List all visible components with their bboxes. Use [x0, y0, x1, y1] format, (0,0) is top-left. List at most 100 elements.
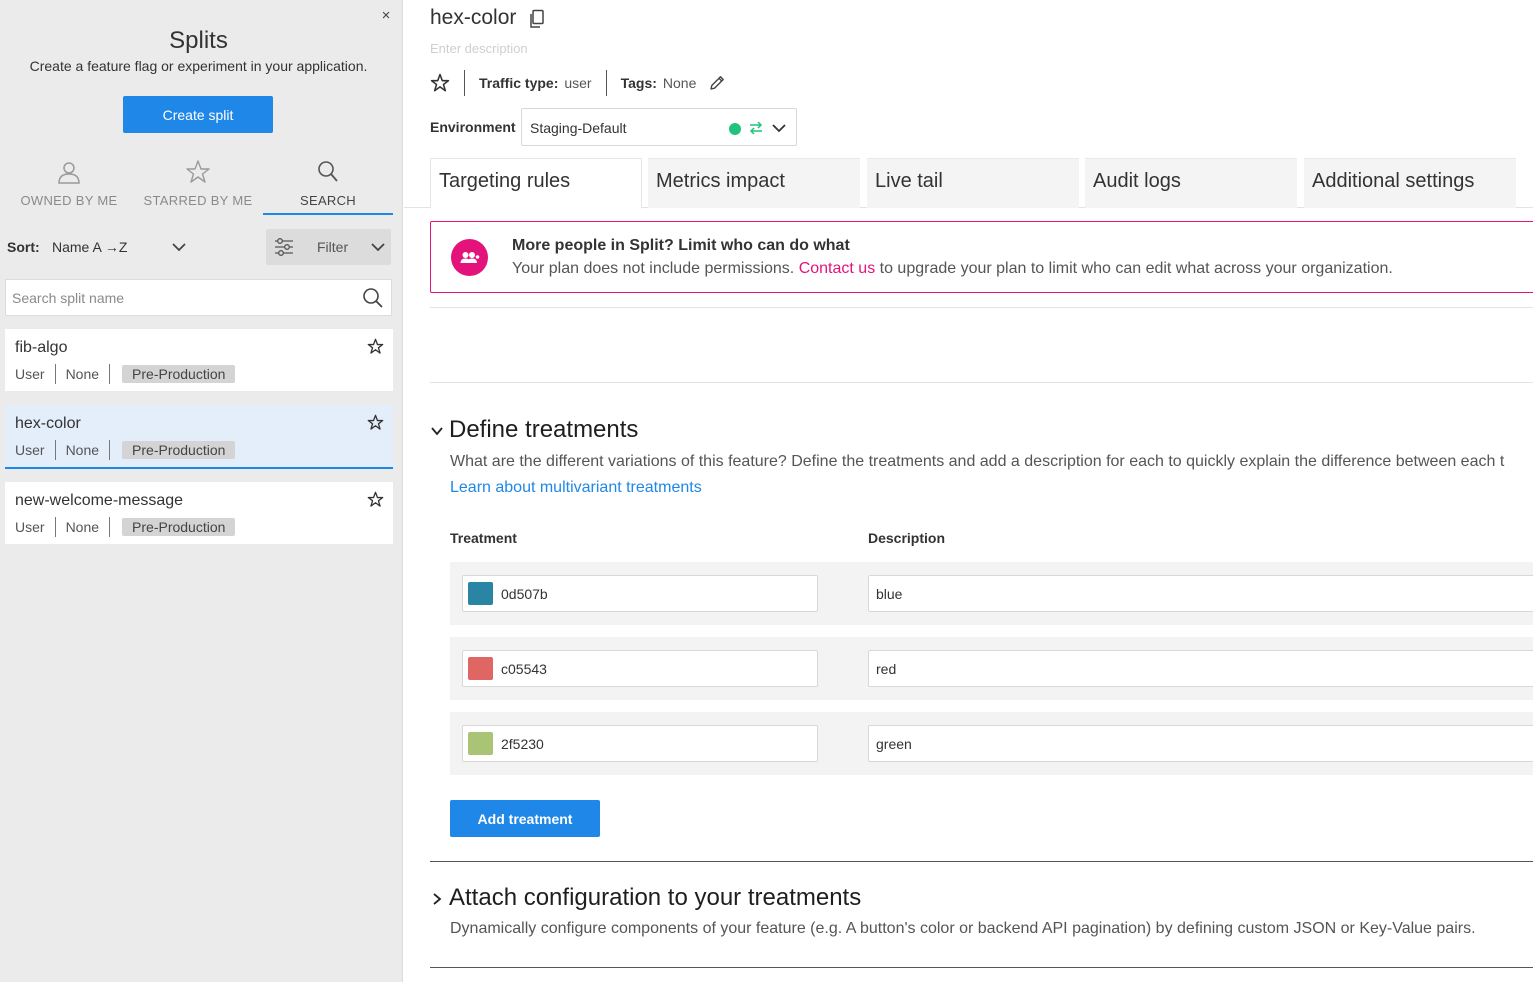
split-list-item[interactable]: fib-algo User None Pre-Production — [5, 329, 393, 391]
search-icon — [318, 161, 338, 182]
split-tag: Pre-Production — [122, 441, 236, 459]
split-tag: Pre-Production — [122, 365, 236, 383]
sync-arrows-icon — [749, 121, 763, 135]
split-meta-row: Traffic type: user Tags: None — [430, 70, 726, 96]
treatment-name: 0d507b — [501, 586, 548, 602]
add-treatment-button[interactable]: Add treatment — [450, 800, 600, 837]
split-meta: User None Pre-Production — [15, 363, 236, 385]
filter-button[interactable]: Filter — [266, 229, 391, 265]
environment-value: Staging-Default — [530, 120, 627, 136]
environment-label: Environment — [430, 119, 516, 135]
color-swatch[interactable] — [468, 732, 493, 755]
color-swatch[interactable] — [468, 582, 493, 605]
define-treatments-description: What are the different variations of thi… — [450, 453, 1505, 470]
upsell-text-after: to upgrade your plan to limit who can ed… — [875, 260, 1393, 277]
tab-metrics-impact[interactable]: Metrics impact — [648, 158, 860, 208]
create-split-button[interactable]: Create split — [123, 96, 273, 133]
chevron-down-icon[interactable] — [430, 424, 444, 438]
chevron-down-icon — [772, 124, 786, 133]
filter-label: Filter — [317, 239, 349, 255]
star-icon[interactable] — [367, 414, 384, 431]
treatment-description-field[interactable]: green — [868, 725, 1533, 762]
description-column-header: Description — [868, 530, 946, 546]
tab-owned-by-me[interactable]: OWNED BY ME — [4, 159, 134, 215]
sort-value: Name A →Z — [52, 239, 128, 255]
treatment-row: 0d507b blue — [450, 562, 1533, 625]
tab-audit-logs[interactable]: Audit logs — [1085, 158, 1297, 208]
chevron-right-icon[interactable] — [430, 892, 444, 906]
divider — [430, 307, 1533, 308]
treatment-description-field[interactable]: red — [868, 650, 1533, 687]
tab-live-tail[interactable]: Live tail — [867, 158, 1079, 208]
split-owner: None — [54, 364, 109, 384]
splits-sidebar: × Splits Create a feature flag or experi… — [0, 0, 403, 982]
learn-multivariant-link[interactable]: Learn about multivariant treatments — [450, 479, 702, 497]
divider — [430, 967, 1533, 968]
split-traffic-type: User — [15, 442, 45, 458]
permissions-upsell-banner: More people in Split? Limit who can do w… — [430, 221, 1533, 293]
split-traffic-type: User — [15, 519, 45, 535]
tags-value: None — [662, 75, 697, 91]
upsell-text: Your plan does not include permissions. … — [512, 260, 1393, 278]
tab-starred-label: STARRED BY ME — [143, 193, 253, 208]
treatment-description-field[interactable]: blue — [868, 575, 1533, 612]
treatment-description: blue — [876, 586, 903, 602]
search-icon[interactable] — [362, 287, 384, 309]
star-icon[interactable] — [367, 491, 384, 508]
split-tag-wrapper: Pre-Production — [109, 517, 236, 537]
upsell-title: More people in Split? Limit who can do w… — [512, 237, 850, 254]
chevron-down-icon — [172, 243, 186, 252]
sort-dropdown[interactable]: Name A →Z — [52, 232, 192, 262]
divider — [430, 861, 1533, 862]
tab-search[interactable]: SEARCH — [263, 159, 393, 215]
environment-dropdown[interactable]: Staging-Default — [521, 108, 797, 146]
split-meta: User None Pre-Production — [15, 516, 236, 538]
chevron-down-icon — [371, 243, 385, 252]
contact-us-link[interactable]: Contact us — [799, 260, 875, 277]
treatment-name-field[interactable]: c05543 — [462, 650, 818, 687]
tab-additional-settings[interactable]: Additional settings — [1304, 158, 1516, 208]
pencil-icon[interactable] — [708, 74, 726, 92]
star-icon[interactable] — [367, 338, 384, 355]
environment-status-dot — [729, 123, 741, 135]
split-list-item[interactable]: new-welcome-message User None Pre-Produc… — [5, 482, 393, 544]
close-icon[interactable]: × — [378, 8, 394, 24]
color-swatch[interactable] — [468, 657, 493, 680]
split-title: hex-color — [430, 6, 517, 29]
attach-configuration-heading[interactable]: Attach configuration to your treatments — [449, 884, 861, 912]
split-owner: None — [54, 440, 109, 460]
sidebar-subtitle: Create a feature flag or experiment in y… — [29, 58, 368, 74]
search-split-box — [5, 279, 392, 316]
treatment-description: green — [876, 736, 912, 752]
tags-label: Tags: — [620, 75, 657, 91]
traffic-type-value: user — [564, 75, 592, 91]
tab-search-label: SEARCH — [300, 193, 356, 208]
treatment-row: 2f5230 green — [450, 712, 1533, 775]
divider — [430, 382, 1533, 383]
search-split-input[interactable] — [6, 280, 351, 315]
tab-owned-label: OWNED BY ME — [20, 193, 118, 208]
sort-label: Sort: — [7, 239, 40, 255]
split-detail-panel: hex-color Enter description Traffic type… — [404, 0, 1533, 982]
tab-starred-by-me[interactable]: STARRED BY ME — [133, 159, 263, 215]
treatment-name-field[interactable]: 0d507b — [462, 575, 818, 612]
people-icon — [451, 239, 488, 276]
description-input[interactable]: Enter description — [430, 41, 528, 56]
split-name: hex-color — [15, 415, 81, 432]
traffic-type-label: Traffic type: — [479, 75, 559, 91]
define-treatments-heading[interactable]: Define treatments — [449, 416, 638, 444]
upsell-text-before: Your plan does not include permissions. — [512, 260, 799, 277]
split-meta: User None Pre-Production — [15, 439, 236, 461]
treatment-name-field[interactable]: 2f5230 — [462, 725, 818, 762]
user-icon — [58, 162, 80, 184]
split-list-item-selected[interactable]: hex-color User None Pre-Production — [5, 405, 393, 469]
split-name: fib-algo — [15, 339, 68, 356]
copy-icon[interactable] — [529, 9, 545, 29]
treatment-name: 2f5230 — [501, 736, 544, 752]
treatment-name: c05543 — [501, 661, 547, 677]
star-icon — [186, 160, 210, 183]
split-traffic-type: User — [15, 366, 45, 382]
star-icon[interactable] — [430, 73, 450, 93]
treatment-description: red — [876, 661, 897, 677]
tab-targeting-rules[interactable]: Targeting rules — [430, 158, 642, 209]
